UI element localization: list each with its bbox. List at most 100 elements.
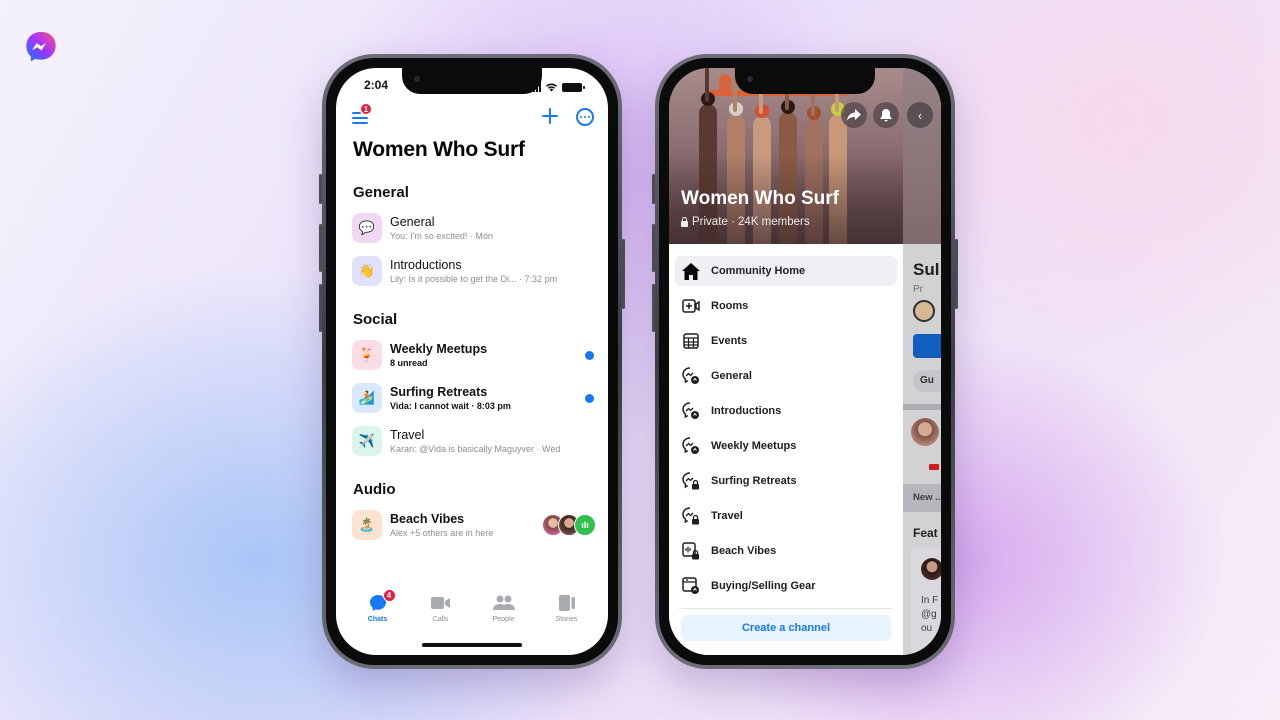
chats-badge: 4 [382,589,396,602]
people-icon [492,595,515,610]
plus-icon [542,108,558,124]
status-time: 2:04 [364,78,389,92]
marketplace-channel-icon [682,577,699,594]
tab-bar: 4 Chats Calls People Stories [336,589,608,633]
chat-group-locked-icon [682,472,699,490]
chat-bubble-icon: 💬 [352,213,382,243]
nav-travel[interactable]: Travel [675,501,897,531]
new-channel-button[interactable] [542,105,558,129]
create-channel-button[interactable]: Create a channel [681,615,891,641]
tab-label: Stories [555,616,578,623]
more-icon [580,116,582,118]
share-button[interactable] [841,102,867,128]
chat-group-icon [682,437,699,454]
airplane-icon: ✈️ [352,426,382,456]
channel-name: General [390,215,435,229]
channel-surfing-retreats[interactable]: 🏄 Surfing Retreats Vida: I cannot wait ·… [352,380,596,416]
audio-channel-locked-icon [682,542,699,560]
bell-icon [880,108,892,121]
channel-preview: You: I'm so excited! · Mon [390,231,493,241]
wifi-icon [546,83,557,92]
channel-preview: 8 unread [390,358,428,368]
waving-hand-icon: 👋 [352,256,382,286]
calendar-icon [683,333,699,349]
tab-people[interactable]: People [479,593,529,633]
channel-introductions[interactable]: 👋 Introductions Lily: Is it possible to … [352,253,596,289]
tab-calls[interactable]: Calls [416,593,466,633]
notch [402,68,542,94]
channel-preview: Vida: I cannot wait · 8:03 pm [390,401,511,411]
tab-label: Calls [432,616,449,623]
community-meta: Private · 24K members [681,216,810,228]
rooms-icon [682,299,700,313]
channel-name: Beach Vibes [390,512,465,526]
nav-general[interactable]: General [675,361,897,391]
channel-name: Weekly Meetups [390,342,488,356]
community-drawer-screen: ‹ Sul Pr Gu New ... Feat In F @g ou Wome… [669,68,941,655]
mute-switch [652,174,655,204]
notifications-button[interactable] [873,102,899,128]
channel-name: Introductions [390,258,462,272]
nav-events[interactable]: Events [675,326,897,356]
video-camera-icon [430,597,450,609]
right-phone: ‹ Sul Pr Gu New ... Feat In F @g ou Wome… [652,54,958,669]
lock-icon [681,216,688,227]
surfer-icon: 🏄 [352,383,382,413]
volume-down-button [652,284,655,332]
volume-down-button [319,284,322,332]
power-button [955,239,958,309]
nav-introductions[interactable]: Introductions [675,396,897,426]
tropical-drink-icon: 🍹 [352,340,382,370]
tab-label: People [492,616,515,623]
chats-screen: 2:04 1 Women Who Surf General 💬 General … [336,68,608,655]
community-name: Women Who Surf [681,188,839,209]
section-heading-audio: Audio [353,481,396,498]
community-cover: Women Who Surf Private · 24K members [669,68,903,244]
community-menu-button[interactable]: 1 [352,103,374,126]
community-title: Women Who Surf [353,138,525,161]
nav-rooms[interactable]: Rooms [675,291,897,321]
power-button [622,239,625,309]
section-heading-general: General [353,184,409,201]
channel-beach-vibes[interactable]: 🏝️ Beach Vibes Alex +5 others are in her… [352,507,596,543]
home-icon [682,262,700,280]
stories-icon [558,595,575,611]
volume-up-button [319,224,322,272]
nav-surfing-retreats[interactable]: Surfing Retreats [675,466,897,496]
channel-travel[interactable]: ✈️ Travel Karan: @Vida is basically Magu… [352,423,596,459]
menu-icon [352,112,361,114]
more-options-button[interactable] [576,108,594,126]
channel-name: Surfing Retreats [390,385,488,399]
nav-buying-selling-gear[interactable]: Buying/Selling Gear [675,571,897,601]
chat-group-icon [682,367,699,384]
share-icon [847,109,861,121]
home-indicator[interactable] [422,643,522,647]
section-heading-social: Social [353,311,398,328]
channel-weekly-meetups[interactable]: 🍹 Weekly Meetups 8 unread [352,337,596,373]
channel-general[interactable]: 💬 General You: I'm so excited! · Mon [352,210,596,246]
participants: ılı [542,514,596,536]
notification-badge: 1 [360,103,372,115]
community-drawer: Community Home Rooms Events General Intr… [669,244,903,655]
channel-name: Travel [390,428,425,442]
audio-live-icon: ılı [574,514,596,536]
nav-community-home[interactable]: Community Home [675,256,897,286]
chat-group-locked-icon [682,507,699,525]
unread-dot [585,350,594,360]
island-icon: 🏝️ [352,510,382,540]
chat-group-icon [682,402,699,419]
channel-preview: Alex +5 others are in here [390,528,494,538]
volume-up-button [652,224,655,272]
channel-preview: Karan: @Vida is basically Maguyver · Wed [390,444,561,454]
tab-label: Chats [367,616,388,623]
tab-chats[interactable]: 4 Chats [353,589,403,633]
left-phone: 2:04 1 Women Who Surf General 💬 General … [319,54,625,669]
nav-beach-vibes[interactable]: Beach Vibes [675,536,897,566]
nav-weekly-meetups[interactable]: Weekly Meetups [675,431,897,461]
unread-dot [585,393,594,403]
mute-switch [319,174,322,204]
messenger-logo-icon [26,31,56,62]
battery-icon [562,82,585,92]
channel-preview: Lily: Is it possible to get the Di... · … [390,274,558,284]
tab-stories[interactable]: Stories [542,593,592,633]
